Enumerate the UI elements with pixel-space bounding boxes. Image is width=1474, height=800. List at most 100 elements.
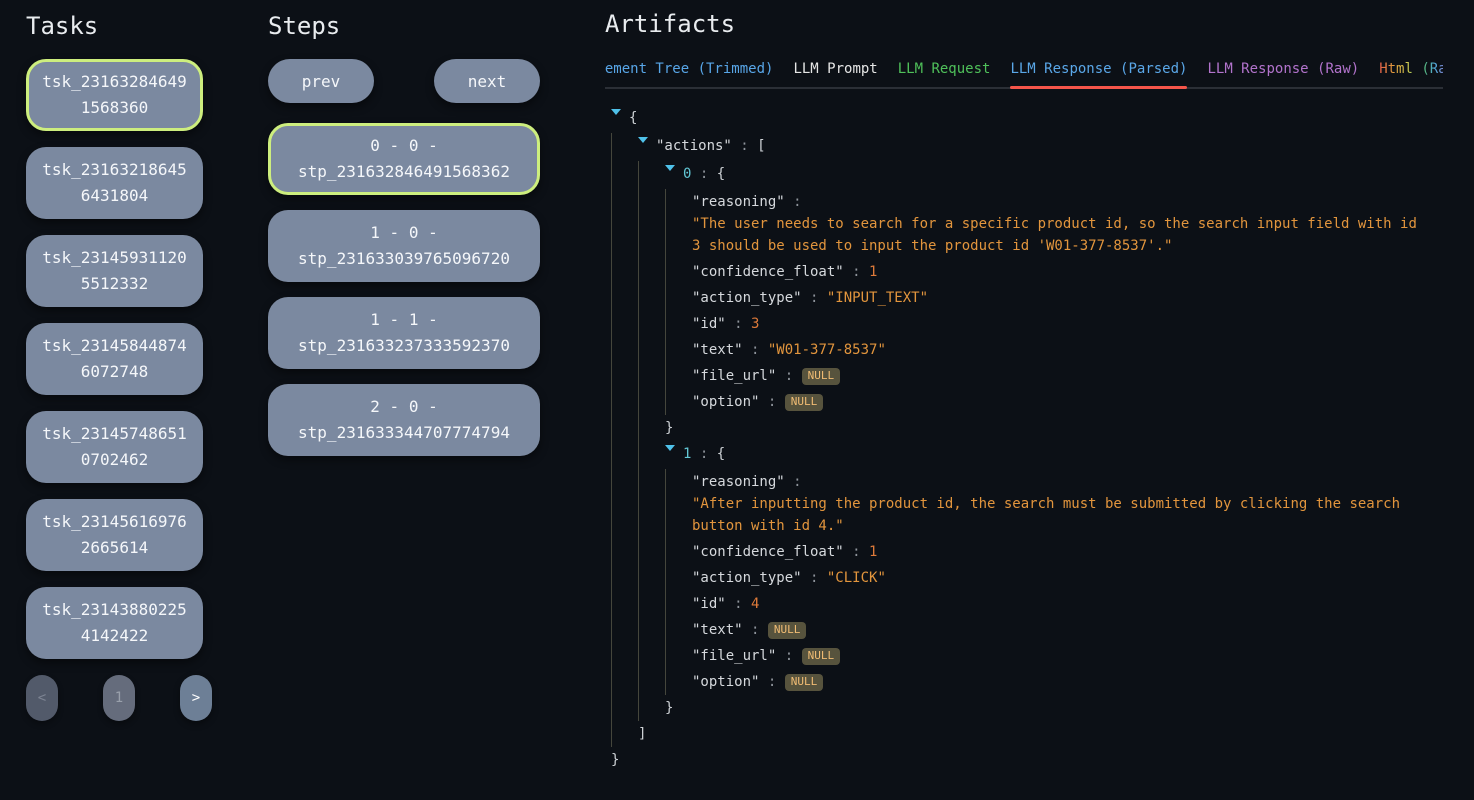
json-number: 1 xyxy=(869,264,877,280)
json-row: "confidence_float" : 1 xyxy=(611,539,1418,565)
json-colon: : xyxy=(776,648,801,664)
expand-toggle[interactable] xyxy=(665,163,683,187)
tree-guide-line xyxy=(638,617,665,643)
expand-toggle[interactable] xyxy=(611,107,629,131)
json-colon: : xyxy=(726,596,751,612)
artifacts-panel: Artifacts Element Tree (Trimmed) LLM Prom… xyxy=(605,10,1474,773)
page-number-button[interactable]: 1 xyxy=(103,675,135,721)
tree-guide-line xyxy=(611,285,638,311)
step-button-selected[interactable]: 0 - 0 - stp_231632846491568362 xyxy=(268,123,540,195)
tree-guide-line xyxy=(611,565,638,591)
tree-guide-line xyxy=(638,259,665,285)
json-number: 1 xyxy=(869,544,877,560)
task-button[interactable]: tsk_231457486510702462 xyxy=(26,411,203,483)
artifacts-title: Artifacts xyxy=(605,10,1474,38)
json-row-text: "action_type" : "INPUT_TEXT" xyxy=(692,287,1418,309)
tree-guide-line xyxy=(638,311,665,337)
step-button[interactable]: 1 - 1 - stp_231633237333592370 xyxy=(268,297,540,369)
json-key: "file_url" xyxy=(692,648,776,664)
json-row-text: "text" : "W01-377-8537" xyxy=(692,339,1418,361)
task-button[interactable]: tsk_231458448746072748 xyxy=(26,323,203,395)
expand-toggle[interactable] xyxy=(665,443,683,467)
json-key: "confidence_float" xyxy=(692,544,844,560)
json-key: "text" xyxy=(692,622,743,638)
tab-llm-response-raw[interactable]: LLM Response (Raw) xyxy=(1207,60,1359,87)
tab-llm-response-parsed[interactable]: LLM Response (Parsed) xyxy=(1010,60,1187,87)
json-key: "id" xyxy=(692,596,726,612)
json-punct: [ xyxy=(757,138,765,154)
task-button[interactable]: tsk_231632186456431804 xyxy=(26,147,203,219)
tree-guide-line xyxy=(638,695,665,721)
tree-guide-line xyxy=(665,565,692,591)
task-button-selected[interactable]: tsk_231632846491568360 xyxy=(26,59,203,131)
triangle-down-icon[interactable] xyxy=(611,109,621,131)
json-row-text: "file_url" : NULL xyxy=(692,645,1418,667)
triangle-down-icon[interactable] xyxy=(638,137,648,159)
json-row: { xyxy=(611,105,1418,133)
tab-element-tree-trimmed[interactable]: Element Tree (Trimmed) xyxy=(605,60,773,87)
json-key: "reasoning" xyxy=(692,474,785,490)
tree-guide-line xyxy=(611,491,638,539)
tree-guide-line xyxy=(638,285,665,311)
json-row-text: "text" : NULL xyxy=(692,619,1418,641)
page-next-button[interactable]: > xyxy=(180,675,212,721)
json-colon: : xyxy=(785,474,802,490)
tree-guide-line xyxy=(611,211,638,259)
json-key: "reasoning" xyxy=(692,194,785,210)
tree-guide-line xyxy=(611,669,638,695)
json-row: "action_type" : "CLICK" xyxy=(611,565,1418,591)
tree-guide-line xyxy=(665,643,692,669)
tree-guide-line xyxy=(611,695,638,721)
json-row: 1 : { xyxy=(611,441,1418,469)
page-prev-button[interactable]: < xyxy=(26,675,58,721)
json-row-text: "option" : NULL xyxy=(692,391,1418,413)
expand-toggle[interactable] xyxy=(638,135,656,159)
json-punct: { xyxy=(717,446,725,462)
tree-guide-line xyxy=(638,363,665,389)
step-button[interactable]: 1 - 0 - stp_231633039765096720 xyxy=(268,210,540,282)
json-row: 0 : { xyxy=(611,161,1418,189)
step-button[interactable]: 2 - 0 - stp_231633344707774794 xyxy=(268,384,540,456)
task-button[interactable]: tsk_231459311205512332 xyxy=(26,235,203,307)
json-key: "action_type" xyxy=(692,570,802,586)
json-colon: : xyxy=(802,290,827,306)
json-key: "action_type" xyxy=(692,290,802,306)
json-row: "reasoning" : xyxy=(611,189,1418,215)
json-row: } xyxy=(611,695,1418,721)
json-colon: : xyxy=(691,166,716,182)
tree-guide-line xyxy=(638,211,665,259)
json-key: "option" xyxy=(692,394,759,410)
tree-guide-line xyxy=(665,669,692,695)
json-punct: } xyxy=(665,700,673,716)
tree-guide-line xyxy=(638,539,665,565)
json-row-text: 1 : { xyxy=(683,443,1418,467)
tab-llm-request[interactable]: LLM Request xyxy=(898,60,991,87)
json-punct: { xyxy=(629,110,637,126)
json-colon: : xyxy=(691,446,716,462)
tab-llm-prompt[interactable]: LLM Prompt xyxy=(793,60,877,87)
json-row-text: "option" : NULL xyxy=(692,671,1418,693)
prev-step-button[interactable]: prev xyxy=(268,59,374,103)
task-button[interactable]: tsk_231438802254142422 xyxy=(26,587,203,659)
tree-guide-line xyxy=(665,311,692,337)
tab-html-raw[interactable]: Html (Raw) xyxy=(1379,60,1443,87)
json-colon: : xyxy=(776,368,801,384)
triangle-down-icon[interactable] xyxy=(665,445,675,467)
json-row: "option" : NULL xyxy=(611,669,1418,695)
tree-guide-line xyxy=(665,285,692,311)
tree-guide-line xyxy=(611,617,638,643)
steps-title: Steps xyxy=(268,12,540,40)
json-colon: : xyxy=(759,674,784,690)
next-step-button[interactable]: next xyxy=(434,59,540,103)
json-row: "text" : NULL xyxy=(611,617,1418,643)
json-key: "actions" xyxy=(656,138,732,154)
json-punct: } xyxy=(665,420,673,436)
json-row-text: "id" : 4 xyxy=(692,593,1418,615)
tree-guide-line xyxy=(638,565,665,591)
task-button[interactable]: tsk_231456169762665614 xyxy=(26,499,203,571)
json-row: "actions" : [ xyxy=(611,133,1418,161)
tree-guide-line xyxy=(665,539,692,565)
triangle-down-icon[interactable] xyxy=(665,165,675,187)
tree-guide-line xyxy=(611,721,638,747)
json-row: "confidence_float" : 1 xyxy=(611,259,1418,285)
